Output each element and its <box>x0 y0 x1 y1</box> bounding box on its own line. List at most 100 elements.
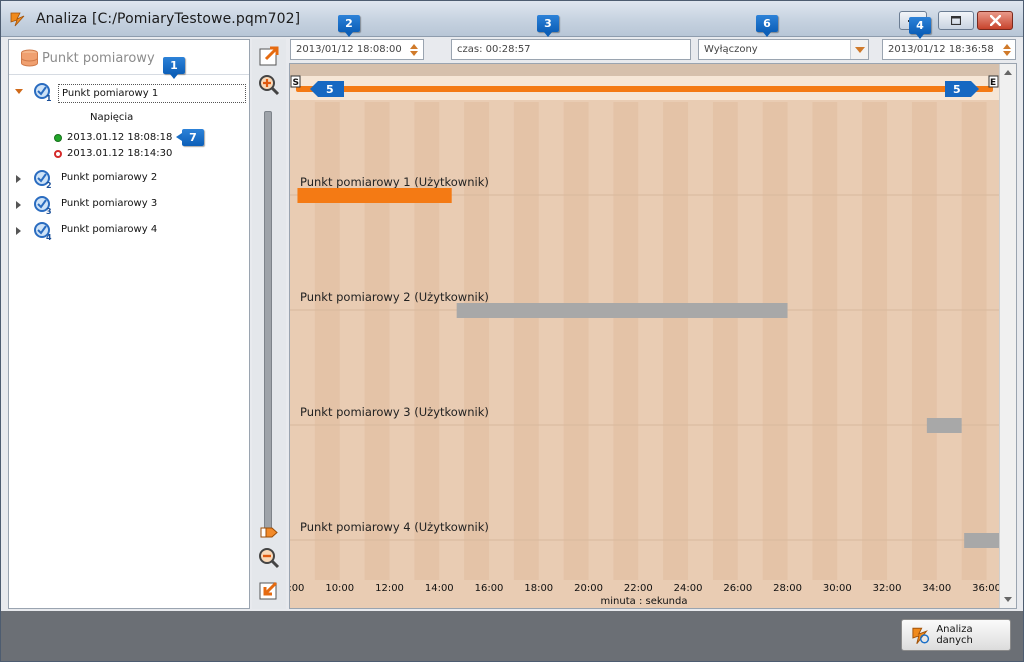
panel-title: Punkt pomiarowy <box>42 50 155 66</box>
grid-band <box>812 102 838 580</box>
mode-select[interactable]: Wyłączony <box>698 39 869 60</box>
tree-item-point-2[interactable]: 2 Punkt pomiarowy 2 <box>9 168 249 190</box>
end-time-value: 2013/01/12 18:36:58 <box>888 44 994 55</box>
x-axis-label: minuta : sekunda <box>601 596 688 607</box>
expand-arrow-icon[interactable] <box>16 175 21 183</box>
tree-item-label[interactable]: Punkt pomiarowy 2 <box>61 172 157 183</box>
end-time-spinner[interactable] <box>1000 40 1014 59</box>
grid-band <box>663 102 689 580</box>
maximize-button[interactable] <box>938 11 974 30</box>
analyze-data-label: Analiza danych <box>936 624 973 646</box>
timeline-bar[interactable] <box>964 533 999 548</box>
expand-arrow-icon[interactable] <box>16 201 21 209</box>
dropdown-arrow-icon[interactable] <box>850 40 868 59</box>
x-tick-label: 16:00 <box>475 583 504 594</box>
start-time-field[interactable]: 2013/01/12 18:08:00 <box>290 39 424 60</box>
grid-band <box>712 102 738 580</box>
import-icon <box>259 581 278 600</box>
x-tick-label: 18:00 <box>524 583 553 594</box>
grid-band <box>513 102 539 580</box>
timeline-bar[interactable] <box>456 303 788 318</box>
analyze-data-button[interactable]: Analiza danych <box>901 619 1011 651</box>
spin-up-icon[interactable] <box>1003 43 1011 49</box>
export-top-button[interactable] <box>256 43 282 69</box>
zoom-slider[interactable] <box>264 111 272 531</box>
x-tick-label: 08:00 <box>290 583 304 594</box>
grid-band <box>464 102 490 580</box>
timeline-chart[interactable]: S E 5 5 Punkt pomiarowy 1 (Użytkownik) Punkt … <box>289 63 1017 609</box>
x-tick-label: 12:00 <box>375 583 404 594</box>
database-icon <box>21 49 38 67</box>
export-icon <box>259 46 279 66</box>
zoom-slider-thumb[interactable] <box>260 527 278 538</box>
close-button[interactable] <box>977 11 1013 30</box>
x-tick-label: 36:00 <box>972 583 999 594</box>
title-bar[interactable]: Analiza [C:/PomiaryTestowe.pqm702] <box>1 1 1023 37</box>
start-time-spinner[interactable] <box>407 40 421 59</box>
measurement-point-icon: 4 <box>34 222 52 241</box>
x-tick-label: 32:00 <box>873 583 902 594</box>
timeline-chart-svg[interactable]: S E 5 5 Punkt pomiarowy 1 (Użytkownik) Punkt … <box>290 64 999 608</box>
point-number: 1 <box>46 94 52 102</box>
grid-band <box>414 102 440 580</box>
spin-up-icon[interactable] <box>410 43 418 49</box>
series-label: Punkt pomiarowy 3 (Użytkownik) <box>300 405 489 419</box>
analyze-icon <box>912 627 930 645</box>
start-status-icon <box>54 134 62 142</box>
callout-badge-4: 4 <box>909 17 931 39</box>
app-logo-icon <box>10 12 25 27</box>
tree-item-label[interactable]: Punkt pomiarowy 3 <box>61 198 157 209</box>
series-label: Punkt pomiarowy 4 (Użytkownik) <box>300 520 489 534</box>
grid-band <box>862 102 888 580</box>
start-time-value: 2013/01/12 18:08:00 <box>296 44 402 55</box>
point-number: 2 <box>46 181 52 189</box>
tree-item-point-1[interactable]: 1 Punkt pomiarowy 1 <box>9 81 249 103</box>
panel-header: Punkt pomiarowy <box>20 49 155 67</box>
x-tick-label: 22:00 <box>624 583 653 594</box>
window-title: Analiza [C:/PomiaryTestowe.pqm702] <box>36 11 301 27</box>
duration-field: czas: 00:28:57 <box>451 39 691 60</box>
expand-arrow-icon[interactable] <box>16 227 21 235</box>
scroll-down-icon[interactable] <box>1004 597 1012 602</box>
panel-divider <box>9 74 249 75</box>
x-tick-label: 24:00 <box>674 583 703 594</box>
end-time-field[interactable]: 2013/01/12 18:36:58 <box>882 39 1016 60</box>
spin-down-icon[interactable] <box>410 50 418 56</box>
callout-badge-7: 7 <box>176 129 204 146</box>
scroll-up-icon[interactable] <box>1004 70 1012 75</box>
recording-stop-time[interactable]: 2013.01.12 18:14:30 <box>67 148 172 159</box>
vertical-scrollbar[interactable] <box>999 64 1016 608</box>
tree-item-point-3[interactable]: 3 Punkt pomiarowy 3 <box>9 194 249 216</box>
x-tick-label: 30:00 <box>823 583 852 594</box>
point-number: 4 <box>46 233 52 241</box>
spin-down-icon[interactable] <box>1003 50 1011 56</box>
callout-badge-3: 3 <box>537 15 559 37</box>
zoom-toolbar <box>252 39 286 609</box>
duration-value: czas: 00:28:57 <box>457 44 531 55</box>
zoom-in-button[interactable] <box>256 72 282 98</box>
export-bottom-button[interactable] <box>256 577 282 603</box>
mode-select-value: Wyłączony <box>704 44 758 55</box>
series-label: Punkt pomiarowy 1 (Użytkownik) <box>300 175 489 189</box>
zoom-out-button[interactable] <box>256 545 282 571</box>
timeline-bar[interactable] <box>926 418 962 433</box>
x-tick-label: 10:00 <box>325 583 354 594</box>
stop-status-icon <box>54 150 62 158</box>
tree-item-point-4[interactable]: 4 Punkt pomiarowy 4 <box>9 220 249 242</box>
tree-item-label[interactable]: Punkt pomiarowy 4 <box>61 224 157 235</box>
range-start-label: S <box>293 78 299 88</box>
tree-group-voltages[interactable]: Napięcia <box>90 112 133 123</box>
grid-band <box>364 102 390 580</box>
tree-item-label[interactable]: Punkt pomiarowy 1 <box>58 84 246 103</box>
recording-start-time[interactable]: 2013.01.12 18:08:18 <box>67 132 172 143</box>
callout-badge-6: 6 <box>756 15 778 37</box>
grid-band <box>911 102 937 580</box>
range-strip[interactable] <box>290 64 999 76</box>
expand-arrow-icon[interactable] <box>15 89 23 94</box>
close-icon <box>989 15 1001 26</box>
time-controls: 2013/01/12 18:08:00 czas: 00:28:57 Wyłąc… <box>289 39 1017 61</box>
measurement-point-icon: 2 <box>34 170 52 189</box>
range-bar[interactable] <box>296 86 993 92</box>
timeline-bar[interactable] <box>297 188 452 203</box>
range-end-label: E <box>990 78 996 88</box>
